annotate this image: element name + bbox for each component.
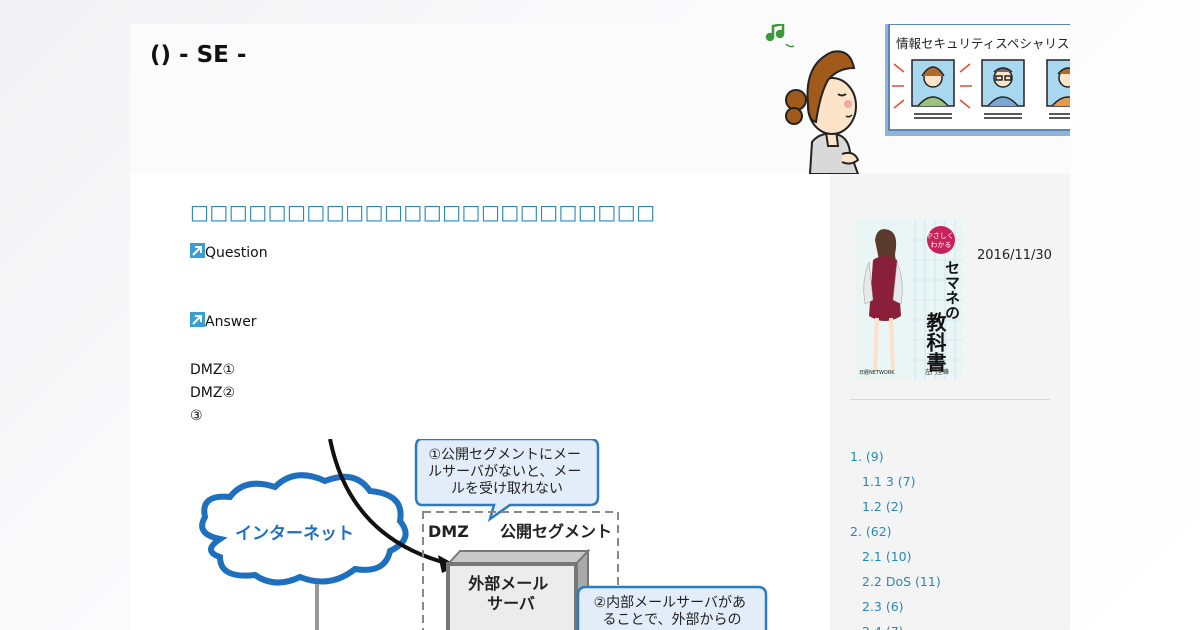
divider [850, 399, 1050, 400]
callout2-line: ることで、外部からの [602, 612, 741, 628]
server-label: サーバ [487, 594, 535, 613]
category-item[interactable]: 1. (9) [850, 444, 941, 469]
category-item[interactable]: 2. (62) [850, 519, 941, 544]
book-title-vertical: セマネの [943, 260, 961, 320]
header-illustration: 情報セキュリティスペシャリスト合格者 [765, 24, 1070, 174]
woman-illustration [785, 50, 860, 174]
callout2-line: ②内部メールサーバがあ [594, 595, 746, 611]
book-badge: やさしく [926, 232, 954, 240]
sidebar: やさしく わかる セマネの 教科書 日経NETWORK 左門至峰 2016/11… [830, 174, 1070, 630]
cloud-label: インターネット [235, 524, 354, 544]
svg-text:①公開セグメントにメー ルサーバがないと、メ: ①公開セグメントにメー ルサーバがないと、メー ルを受け取れない [428, 447, 586, 497]
page-card: () - SE - 情報セキュリティスペシャリス □□□□□□□□□□□□□□□… [130, 24, 1070, 630]
callout1-line: ①公開セグメントにメー [428, 447, 581, 463]
category-subitem[interactable]: 2.3 (6) [850, 594, 941, 619]
site-header: () - SE - 情報セキュリティスペシャリス [130, 24, 1070, 174]
answer-line: DMZ② [190, 385, 236, 401]
board-title: 情報セキュリティスペシャリスト合格者 [896, 36, 1070, 51]
arrow-icon [190, 312, 205, 327]
category-subitem[interactable]: 1.2 (2) [850, 494, 941, 519]
category-subitem[interactable]: 2.1 (10) [850, 544, 941, 569]
callout1-line: ルサーバがないと、メー [428, 464, 581, 480]
dmz-label: DMZ [428, 522, 469, 541]
category-list: 1. (9) 1.1 3 (7) 1.2 (2) 2. (62) 2.1 (10) 2.2… [850, 444, 941, 630]
server-label: 外部メール [467, 574, 548, 593]
book-title-main: 教科書 [923, 311, 947, 373]
category-subitem[interactable]: 1.1 3 (7) [850, 469, 941, 494]
music-note-icon [765, 24, 795, 48]
book-cover-image[interactable]: やさしく わかる セマネの 教科書 日経NETWORK 左門至峰 [855, 220, 963, 380]
book-badge: わかる [931, 241, 952, 249]
book-author: 左門至峰 [925, 368, 949, 376]
pass-board: 情報セキュリティスペシャリスト合格者 [885, 24, 1070, 136]
arrow-icon [190, 243, 205, 258]
answer-heading: Answer [190, 311, 257, 334]
segment-label: 公開セグメント [500, 522, 612, 541]
main-content: □□□□□□□□□□□□□□□□□□□□□□□□ Question Answer… [130, 174, 830, 630]
svg-text:②内部メールサーバがあ ることで、外部からの: ②内部メールサーバがあ ることで、外部からの [594, 595, 751, 628]
question-label: Question [205, 245, 268, 261]
question-heading: Question [190, 242, 268, 265]
answer-line: ③ [190, 408, 203, 424]
answer-label: Answer [205, 314, 257, 330]
category-subitem[interactable]: 2.4 (7) [850, 619, 941, 630]
network-diagram: インターネット ①公開セグメントにメー ルサーバがないと、メー ルを受け取れない… [199, 439, 768, 630]
callout1-line: ルを受け取れない [451, 481, 563, 497]
category-subitem[interactable]: 2.2 DoS (11) [850, 569, 941, 594]
date-label: 2016/11/30 [977, 248, 1052, 263]
book-publisher: 日経NETWORK [859, 369, 895, 376]
answer-line: DMZ① [190, 362, 236, 378]
site-title[interactable]: () - SE - [150, 42, 246, 68]
post-title[interactable]: □□□□□□□□□□□□□□□□□□□□□□□□ [190, 200, 656, 224]
